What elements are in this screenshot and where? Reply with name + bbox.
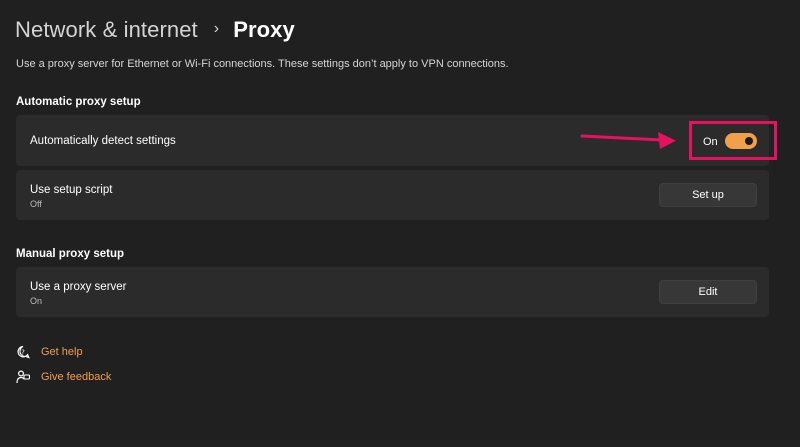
auto-detect-toggle[interactable] [725, 133, 757, 149]
page-title: Proxy [233, 17, 295, 42]
manual-proxy-section-title: Manual proxy setup [16, 248, 124, 260]
breadcrumb-parent[interactable]: Network & internet [15, 17, 198, 43]
help-icon: ? [17, 345, 30, 359]
breadcrumb: Network & internet › Proxy [15, 14, 295, 46]
annotation-arrow-icon [580, 132, 676, 149]
page-description: Use a proxy server for Ethernet or Wi-Fi… [16, 58, 509, 70]
proxy-server-card: Use a proxy server On Edit [16, 267, 769, 317]
give-feedback-link[interactable]: Give feedback [16, 370, 111, 384]
chevron-right-icon: › [213, 20, 220, 37]
proxy-server-status: On [30, 296, 43, 306]
automatic-proxy-section-title: Automatic proxy setup [16, 96, 141, 108]
setup-script-label: Use setup script [30, 184, 113, 196]
auto-detect-toggle-text: On [703, 136, 718, 148]
setup-script-card: Use setup script Off Set up [16, 170, 769, 220]
toggle-knob [745, 137, 753, 145]
set-up-button[interactable]: Set up [659, 183, 757, 207]
auto-detect-label: Automatically detect settings [30, 135, 176, 147]
svg-text:?: ? [21, 349, 25, 357]
get-help-link[interactable]: ? Get help [16, 345, 83, 359]
edit-button[interactable]: Edit [659, 280, 757, 304]
proxy-server-label: Use a proxy server [30, 281, 127, 293]
setup-script-status: Off [30, 199, 42, 209]
feedback-icon [16, 370, 30, 384]
give-feedback-label: Give feedback [41, 371, 112, 383]
get-help-label: Get help [41, 346, 83, 358]
